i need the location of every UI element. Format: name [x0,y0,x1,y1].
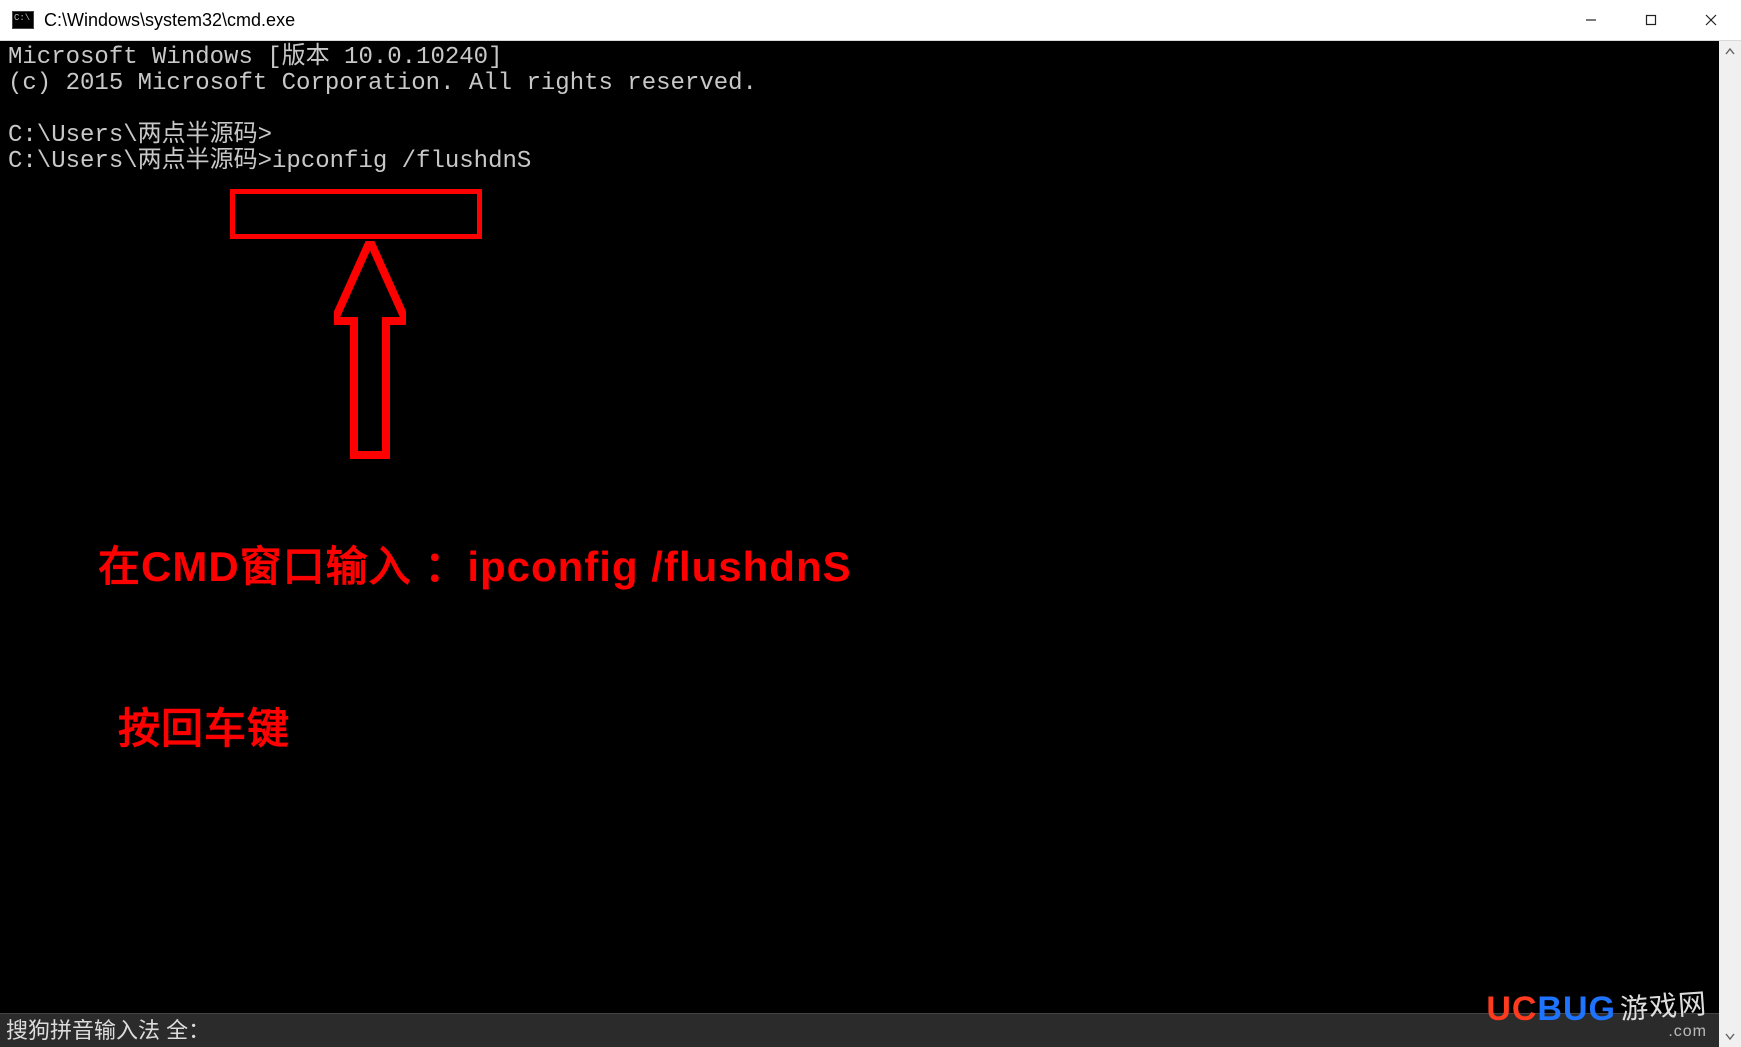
annotation-instruction: 在CMD窗口输入 ：ipconfig /flushdnS [98,533,852,594]
scroll-track[interactable] [1719,63,1741,1025]
scroll-up-button[interactable] [1719,41,1741,63]
console-line: (c) 2015 Microsoft Corporation. All righ… [8,70,757,97]
close-icon [1705,14,1717,26]
cmd-icon [12,11,34,29]
maximize-icon [1645,14,1657,26]
console-line: Microsoft Windows [版本 10.0.10240] [8,44,502,71]
cmd-window: C:\Windows\system32\cmd.exe Microsoft Wi… [0,0,1741,1047]
window-controls [1561,0,1741,40]
titlebar[interactable]: C:\Windows\system32\cmd.exe [0,0,1741,41]
annotation-enter: 按回车键 [118,695,290,756]
scroll-down-button[interactable] [1719,1025,1741,1047]
typed-command: ipconfig /flushdnS [272,149,531,175]
window-title: C:\Windows\system32\cmd.exe [44,10,295,31]
vertical-scrollbar[interactable] [1719,41,1741,1047]
console-prompt: C:\Users\两点半源码> [8,148,272,175]
client-area: Microsoft Windows [版本 10.0.10240] (c) 20… [0,41,1741,1047]
close-button[interactable] [1681,0,1741,40]
minimize-icon [1585,14,1597,26]
console-prompt: C:\Users\两点半源码> [8,122,272,149]
ime-text: 搜狗拼音输入法 全： [6,1018,210,1043]
minimize-button[interactable] [1561,0,1621,40]
ime-bar[interactable]: 搜狗拼音输入法 全： [0,1013,1719,1047]
chevron-up-icon [1725,47,1735,57]
chevron-down-icon [1725,1031,1735,1041]
maximize-button[interactable] [1621,0,1681,40]
